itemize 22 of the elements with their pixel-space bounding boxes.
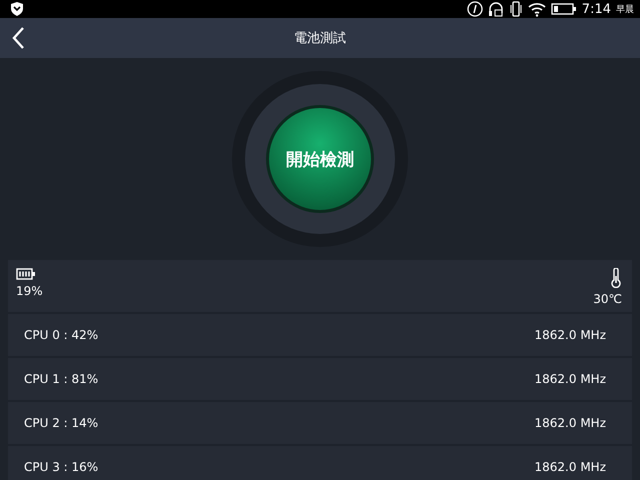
cpu-frequency: 1862.0 MHz: [534, 372, 606, 386]
cpu-frequency: 1862.0 MHz: [534, 328, 606, 342]
thermometer-icon: [610, 268, 622, 288]
cpu-frequency: 1862.0 MHz: [534, 460, 606, 474]
battery-icon: [550, 2, 577, 16]
back-icon[interactable]: [12, 27, 24, 49]
cpu-usage: CPU 0 : 42%: [24, 328, 98, 342]
cpu-usage: CPU 1 : 81%: [24, 372, 98, 386]
headset-icon: [488, 1, 504, 17]
wifi-icon: [528, 1, 546, 17]
cpu-usage: CPU 2 : 14%: [24, 416, 98, 430]
battery-level: 19%: [16, 284, 43, 298]
cpu-usage: CPU 3 : 16%: [24, 460, 98, 474]
cpu-frequency: 1862.0 MHz: [534, 416, 606, 430]
clock-time: 7:14: [582, 2, 611, 16]
clock-period: 早晨: [616, 4, 634, 16]
battery-icon: [16, 268, 36, 280]
start-button[interactable]: 開始檢測: [266, 105, 374, 213]
info-icon: [466, 1, 483, 17]
temperature: 30℃: [593, 292, 622, 306]
vibrate-icon: [508, 1, 523, 17]
header-title: 電池測試: [294, 30, 346, 47]
